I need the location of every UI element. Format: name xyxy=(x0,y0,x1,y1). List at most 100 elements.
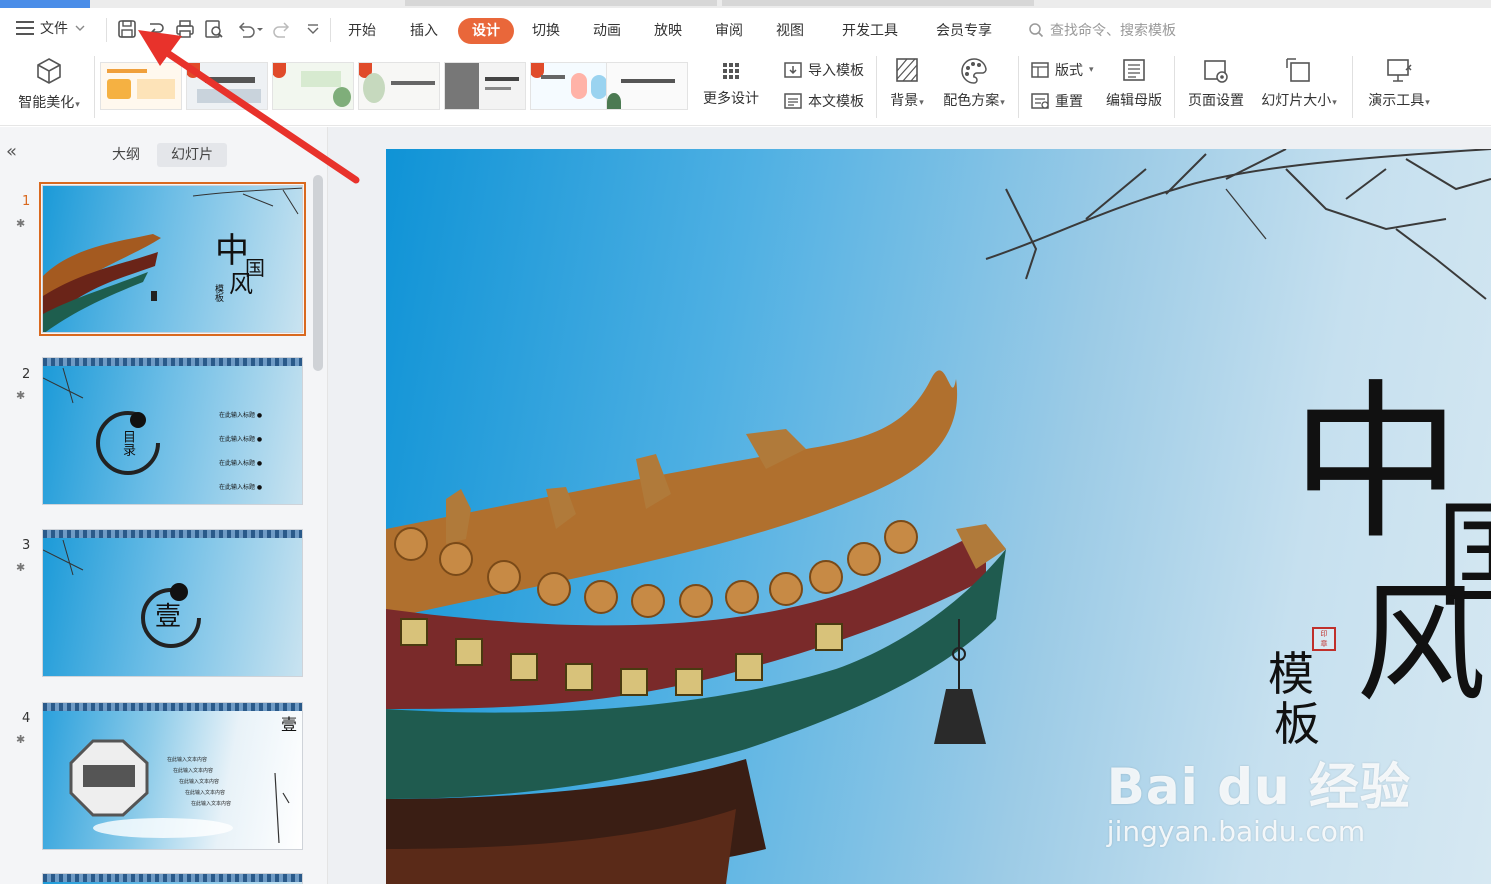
slide-thumbnail-5[interactable] xyxy=(42,873,303,884)
page-setup-icon xyxy=(1204,60,1228,83)
background-label: 背景 xyxy=(890,93,919,109)
slide-number-2: 2 xyxy=(22,367,31,382)
print-icon[interactable] xyxy=(174,18,196,40)
ink-circle-illustration xyxy=(43,367,160,475)
section-title: 壹 xyxy=(281,715,298,734)
toc-item-4: 在此输入标题 ● xyxy=(219,484,263,491)
toc-title: 目录 xyxy=(120,430,135,456)
this-template-icon xyxy=(784,93,802,109)
page-setup-button[interactable]: 页面设置 xyxy=(1182,56,1250,110)
tab-member[interactable]: 会员专享 xyxy=(936,20,992,40)
slide-thumbnail-2[interactable]: 目录 在此输入标题 ● 在此输入标题 ● 在此输入标题 ● 在此输入标题 ● xyxy=(42,357,303,505)
template-thumb-3[interactable] xyxy=(272,62,354,110)
tab-review[interactable]: 审阅 xyxy=(715,20,743,40)
watermark-main: Bai du 经验 xyxy=(1106,758,1411,816)
menu-bar: 文件 开始 插入 设计 切换 动画 放映 审阅 视图 开发工具 会员专享 查找命… xyxy=(0,8,1491,50)
background-button[interactable]: 背景▾ xyxy=(884,56,930,110)
smart-beautify-label: 智能美化 xyxy=(18,95,75,111)
thumb-title-char-1: 中 xyxy=(215,231,249,271)
file-menu-button[interactable]: 文件 xyxy=(16,18,86,38)
panel-scrollbar[interactable] xyxy=(313,175,323,371)
redo-icon[interactable] xyxy=(272,18,294,40)
baidu-watermark: Bai du 经验 jingyan.baidu.com xyxy=(1107,747,1411,848)
toc-item-2: 在此输入标题 ● xyxy=(219,436,263,443)
layout-label: 版式 xyxy=(1055,63,1083,79)
animation-star-icon: ✱ xyxy=(16,561,26,574)
slide-subtitle-char-1: 模 xyxy=(1268,647,1314,701)
hamburger-icon xyxy=(16,21,34,35)
import-template-label: 导入模板 xyxy=(808,63,864,79)
title-strip xyxy=(0,0,1491,8)
layout-button[interactable]: 版式 ▾ xyxy=(1030,60,1094,80)
tab-developer[interactable]: 开发工具 xyxy=(842,20,898,40)
slide-thumbnail-3[interactable]: 壹 xyxy=(42,529,303,677)
search-placeholder: 查找命令、搜索模板 xyxy=(1050,23,1176,39)
import-template-button[interactable]: 导入模板 xyxy=(783,60,864,80)
slide-size-label: 幻灯片大小 xyxy=(1261,93,1332,109)
this-template-button[interactable]: 本文模板 xyxy=(783,91,864,111)
color-scheme-button[interactable]: 配色方案▾ xyxy=(936,56,1012,110)
template-thumb-1[interactable] xyxy=(100,62,182,110)
document-tab-strip-2[interactable] xyxy=(722,0,1034,6)
template-gallery xyxy=(100,58,690,118)
thumb-subtitle: 模板 xyxy=(213,284,223,302)
grid-icon xyxy=(723,63,739,79)
section-title: 壹 xyxy=(155,602,182,632)
reset-icon xyxy=(1031,93,1049,109)
slide-number-4: 4 xyxy=(22,711,31,726)
file-menu-label: 文件 xyxy=(40,21,68,37)
output-icon[interactable] xyxy=(145,18,167,40)
this-template-label: 本文模板 xyxy=(808,94,864,110)
quick-access-more-icon[interactable] xyxy=(302,18,324,40)
tab-insert[interactable]: 插入 xyxy=(410,20,438,40)
toc-list: 在此输入标题 ● 在此输入标题 ● 在此输入标题 ● 在此输入标题 ● xyxy=(219,404,262,500)
slide-thumbnail-1[interactable]: 中 国 风 模板 xyxy=(39,182,306,336)
page-setup-label: 页面设置 xyxy=(1188,93,1244,109)
smart-beautify-button[interactable]: 智能美化▾ xyxy=(12,56,86,112)
reset-label: 重置 xyxy=(1055,94,1083,110)
slide-thumbnail-4[interactable]: 壹 在此输入文本内容 在此输入文本内容 在此输入文本内容 在此输入文本内容 在此… xyxy=(42,702,303,850)
import-template-icon xyxy=(784,62,802,78)
cube-icon xyxy=(37,58,61,84)
toc-item-3: 在此输入标题 ● xyxy=(219,460,263,467)
undo-icon[interactable] xyxy=(234,18,264,40)
layout-icon xyxy=(1031,62,1049,78)
slide-size-icon xyxy=(1286,58,1310,82)
document-tab-strip[interactable] xyxy=(405,0,717,6)
chevron-down-icon xyxy=(75,25,85,31)
color-scheme-label: 配色方案 xyxy=(943,93,1000,109)
slides-panel: « 大纲 幻灯片 1 ✱ 中 国 风 模板 2 ✱ 目录 在此输入标题 ● 在此… xyxy=(0,127,328,884)
animation-star-icon: ✱ xyxy=(16,217,26,230)
tab-design[interactable]: 设计 xyxy=(458,18,514,44)
template-thumb-7[interactable] xyxy=(606,62,688,110)
tab-animation[interactable]: 动画 xyxy=(593,20,621,40)
tab-view[interactable]: 视图 xyxy=(776,20,804,40)
print-preview-icon[interactable] xyxy=(203,18,225,40)
save-icon[interactable] xyxy=(116,18,138,40)
collapse-panel-icon[interactable]: « xyxy=(6,141,17,162)
more-design-button[interactable]: 更多设计 xyxy=(700,60,762,108)
slide-number-3: 3 xyxy=(22,538,31,553)
template-thumb-5[interactable] xyxy=(444,62,526,110)
content-list: 在此输入文本内容 在此输入文本内容 在此输入文本内容 在此输入文本内容 在此输入… xyxy=(167,757,232,807)
palette-icon xyxy=(961,58,987,84)
tab-start[interactable]: 开始 xyxy=(348,20,376,40)
presentation-tools-button[interactable]: 演示工具▾ xyxy=(1362,56,1436,110)
current-slide[interactable]: 中 国 风 模 板 印章 Bai du 经验 jingyan.baidu.com xyxy=(386,149,1491,884)
presentation-tools-label: 演示工具 xyxy=(1368,93,1425,109)
template-thumb-2[interactable] xyxy=(186,62,268,110)
tab-slideshow[interactable]: 放映 xyxy=(654,20,682,40)
edit-master-button[interactable]: 编辑母版 xyxy=(1100,56,1168,110)
tab-outline[interactable]: 大纲 xyxy=(106,143,146,167)
template-thumb-4[interactable] xyxy=(358,62,440,110)
tab-transition[interactable]: 切换 xyxy=(532,20,560,40)
template-thumb-6[interactable] xyxy=(530,62,612,110)
active-document-tab-indicator[interactable] xyxy=(0,0,90,8)
tab-slides[interactable]: 幻灯片 xyxy=(157,143,227,167)
slide-size-button[interactable]: 幻灯片大小▾ xyxy=(1256,56,1342,110)
reset-button[interactable]: 重置 xyxy=(1030,91,1083,111)
branches xyxy=(985,149,1491,300)
wps-presentation-window: 文件 开始 插入 设计 切换 动画 放映 审阅 视图 开发工具 会员专享 查找命… xyxy=(0,0,1491,884)
edit-master-label: 编辑母版 xyxy=(1106,93,1162,109)
command-search[interactable]: 查找命令、搜索模板 xyxy=(1028,20,1176,40)
